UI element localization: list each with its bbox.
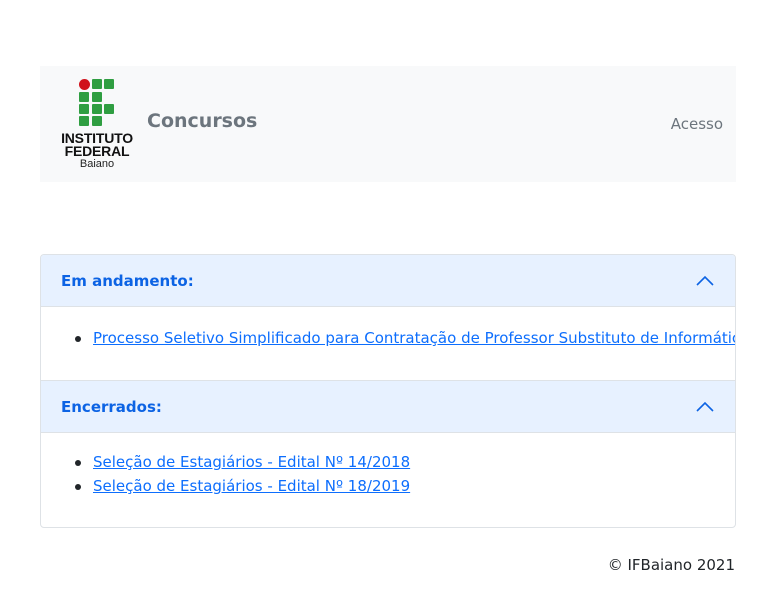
logo-text-baiano: Baiano: [79, 158, 115, 170]
login-link[interactable]: Acesso: [671, 115, 723, 133]
brand-link[interactable]: Concursos: [147, 110, 257, 132]
bullet: [75, 460, 81, 466]
footer-copyright: © IFBaiano 2021: [607, 556, 735, 574]
navbar: INSTITUTO FEDERAL Baiano Concursos Acess…: [40, 66, 736, 182]
accordion-body-em-andamento: Processo Seletivo Simplificado para Cont…: [41, 307, 735, 379]
accordion-title: Encerrados:: [61, 398, 162, 416]
institute-logo[interactable]: INSTITUTO FEDERAL Baiano: [58, 78, 136, 174]
bullet: [75, 484, 81, 490]
logo-text-federal: FEDERAL: [64, 143, 130, 159]
chevron-up-icon: [696, 275, 714, 286]
concursos-accordion: Em andamento: Processo Seletivo Simplifi…: [40, 254, 736, 528]
accordion-header-em-andamento[interactable]: Em andamento:: [41, 255, 735, 307]
concurso-link[interactable]: Processo Seletivo Simplificado para Cont…: [93, 326, 735, 350]
accordion-body-encerrados: Seleção de Estagiários - Edital Nº 14/20…: [41, 433, 735, 527]
accordion-header-encerrados[interactable]: Encerrados:: [41, 380, 735, 433]
accordion-title: Em andamento:: [61, 272, 194, 290]
chevron-up-icon: [696, 401, 714, 412]
concurso-link[interactable]: Seleção de Estagiários - Edital Nº 14/20…: [93, 450, 410, 474]
concurso-link[interactable]: Seleção de Estagiários - Edital Nº 18/20…: [93, 474, 410, 498]
bullet: [75, 336, 81, 342]
logo-mark: [79, 79, 114, 126]
